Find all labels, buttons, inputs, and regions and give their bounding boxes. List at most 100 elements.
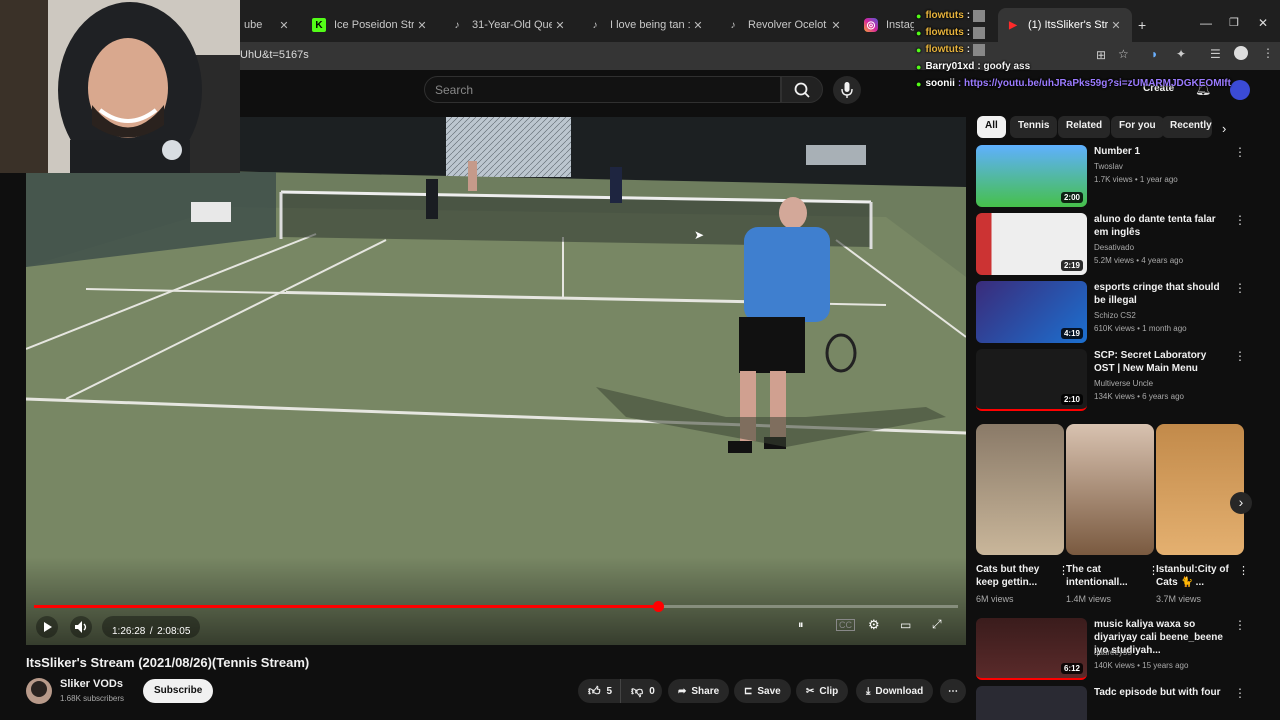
theater-mode-icon[interactable]: ▭ [900,618,911,632]
chip-for-you[interactable]: For you [1111,116,1164,138]
video-thumbnail[interactable] [976,686,1087,720]
browser-tab[interactable]: ♪ 31-Year-Old Questioned ✕ [442,8,576,42]
recommendation-title[interactable]: Number 1 [1094,145,1224,158]
clip-button[interactable]: ✂ Clip [796,679,849,703]
clip-label: Clip [819,685,839,697]
save-button[interactable]: ⊏ Save [734,679,791,703]
recommendation-title[interactable]: esports cringe that should be illegal [1094,281,1224,307]
short-item[interactable]: Cats but they keep gettin... 6M views ⋮ [976,424,1069,604]
dislike-button[interactable]: 👎︎ 0 [620,679,662,703]
recommendation-item[interactable]: 4:19 esports cringe that should be illeg… [976,281,1266,343]
channel-avatar[interactable] [26,678,52,704]
browser-tab[interactable]: ube ✕ [236,8,300,42]
recommendation-channel[interactable]: Schizo CS2 [1094,311,1136,320]
chat-text: : [966,44,971,55]
volume-button[interactable] [70,616,92,638]
recommendation-title[interactable]: SCP: Secret Laboratory OST | New Main Me… [1094,349,1224,375]
recommendation-meta: 140K views • 15 years ago [1094,661,1189,670]
channel-name[interactable]: Sliker VODs [60,678,123,690]
browser-tab[interactable]: K Ice Poseidon Stream - Wa ✕ [304,8,438,42]
more-vert-icon[interactable]: ⋮ [1234,618,1246,632]
more-vert-icon[interactable]: ⋮ [1234,213,1246,227]
more-actions-button[interactable]: ⋯ [940,679,966,703]
fullscreen-icon[interactable]: ⤢ [932,617,942,632]
chevron-right-icon[interactable]: › [1222,121,1226,136]
more-vert-icon[interactable]: ⋮ [1234,349,1246,363]
recommendation-channel[interactable]: Desativado [1094,243,1134,252]
url-text[interactable]: UhU&t=5167s [240,49,309,61]
chip-tennis[interactable]: Tennis [1010,116,1058,138]
tab-label: ube [244,19,263,31]
chat-text[interactable]: : https://youtu.be/uhJRaPks59g?si=zUMARM… [958,78,1231,89]
more-vert-icon[interactable]: ⋮ [1262,46,1274,60]
shorts-next-button[interactable]: › [1230,492,1252,514]
recommendation-item[interactable]: Tadc episode but with four ⋮ [976,686,1266,720]
user-badge-icon: ● [916,44,922,55]
video-player[interactable]: 1:26:28 / 2:08:05 ⏸ CC ⚙ ▭ ⤢ ➤ [26,117,966,645]
more-vert-icon[interactable]: ⋮ [1234,145,1246,159]
video-thumbnail[interactable]: 2:00 [976,145,1087,207]
search-button[interactable] [781,76,823,103]
short-item[interactable]: The cat intentionall... 1.4M views ⋮ [1066,424,1159,604]
volume-icon [75,621,87,633]
progress-scrubber[interactable] [652,601,664,612]
share-button[interactable]: ➦ Share [668,679,730,703]
video-thumbnail[interactable]: 4:19 [976,281,1087,343]
recommendation-title[interactable]: aluno do dante tenta falar em inglês [1094,213,1224,239]
search-input[interactable]: Search [424,76,781,103]
video-thumbnail[interactable]: 2:10 [976,349,1087,411]
share-icon: ➦ [678,685,687,697]
close-icon[interactable]: ✕ [690,19,706,32]
download-button[interactable]: ⤓ Download [856,679,934,703]
more-vert-icon[interactable]: ⋮ [1234,686,1246,700]
close-icon[interactable]: ✕ [276,19,292,32]
captions-icon[interactable]: CC [836,619,855,631]
recommendation-item[interactable]: 2:10 SCP: Secret Laboratory OST | New Ma… [976,349,1266,411]
avatar[interactable] [1230,80,1250,100]
like-button[interactable]: 👍︎ 5 [578,679,620,703]
browser-tab[interactable]: ♪ I love being tan :> | TikTo ✕ [580,8,714,42]
short-item[interactable]: Istanbul:City of Cats 🐈 ... 3.7M views ⋮ [1156,424,1249,604]
chip-related[interactable]: Related [1058,116,1111,138]
browser-tab[interactable]: ◎ Instagram [856,8,922,42]
profile-icon[interactable] [1234,46,1248,60]
autoplay-toggle-icon[interactable]: ⏸ [798,619,804,632]
chip-recently[interactable]: Recently [1162,116,1212,138]
recommendation-channel[interactable]: Multiverse Uncle [1094,379,1153,388]
short-thumbnail[interactable] [1156,424,1244,555]
tiktok-icon: ♪ [454,19,460,31]
recommendation-channel[interactable]: Twoslav [1094,162,1123,171]
short-title[interactable]: Cats but they keep gettin... [976,563,1050,589]
recommendation-item[interactable]: 2:19 aluno do dante tenta falar em inglê… [976,213,1266,275]
instagram-icon: ◎ [864,18,878,32]
window-close-icon[interactable]: ✕ [1258,16,1268,30]
close-icon[interactable]: ✕ [414,19,430,32]
short-title[interactable]: The cat intentionall... [1066,563,1140,589]
subscriber-count: 1.68K subscribers [60,694,125,703]
close-icon[interactable]: ✕ [828,19,844,32]
short-thumbnail[interactable] [976,424,1064,555]
chip-all[interactable]: All [977,116,1006,138]
mouse-cursor-icon: ➤ [694,228,705,242]
recommendation-channel[interactable]: qaareey55 [1094,648,1132,657]
maximize-icon[interactable]: ❐ [1229,16,1239,29]
browser-tab[interactable]: ♪ Revolver Ocelot Edit | Tik ✕ [718,8,852,42]
close-icon[interactable]: ✕ [552,19,568,32]
recommendation-meta: 610K views • 1 month ago [1094,324,1187,333]
progress-track[interactable] [34,601,958,612]
subscribe-button[interactable]: Subscribe [143,679,214,703]
settings-icon[interactable]: ⚙ [868,617,880,633]
thumbs-down-icon: 👎︎ [631,683,644,698]
user-badge-icon: ● [916,10,922,21]
recommendation-item[interactable]: 6:12 music kaliya waxa so diyariyay cali… [976,618,1266,680]
more-vert-icon[interactable]: ⋮ [1238,564,1249,577]
voice-search-button[interactable] [833,76,861,104]
short-thumbnail[interactable] [1066,424,1154,555]
video-thumbnail[interactable]: 6:12 [976,618,1087,680]
recommendation-title[interactable]: Tadc episode but with four [1094,686,1224,699]
play-button[interactable] [36,616,58,638]
recommendation-item[interactable]: 2:00 Number 1 Twoslav 1.7K views • 1 yea… [976,145,1266,207]
short-title[interactable]: Istanbul:City of Cats 🐈 ... [1156,563,1230,589]
more-vert-icon[interactable]: ⋮ [1234,281,1246,295]
video-thumbnail[interactable]: 2:19 [976,213,1087,275]
